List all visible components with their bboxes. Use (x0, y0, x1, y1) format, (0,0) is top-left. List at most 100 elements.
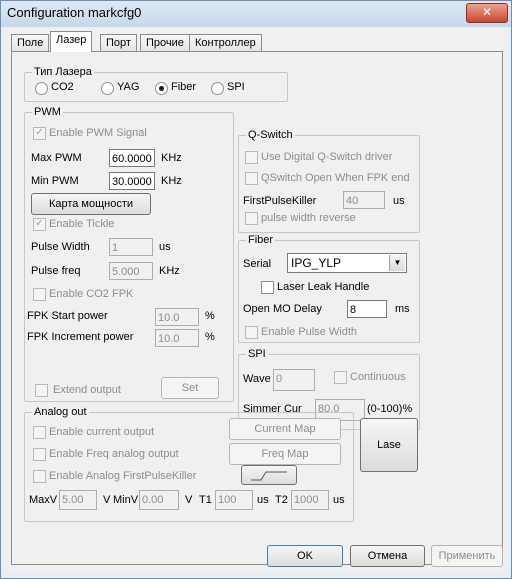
first-pulse-killer-label: FirstPulseKiller (243, 195, 317, 207)
wave-input[interactable]: 0 (273, 369, 315, 391)
use-digital-qswitch-checkbox[interactable] (245, 151, 258, 164)
use-digital-qswitch-label: Use Digital Q-Switch driver (261, 151, 393, 163)
serial-label: Serial (243, 258, 272, 270)
radio-fiber[interactable] (155, 82, 168, 95)
wave-label: Wave (243, 373, 271, 385)
enable-pulse-width-checkbox[interactable] (245, 326, 258, 339)
extend-output-checkbox[interactable] (35, 384, 48, 397)
cancel-button[interactable]: Отмена (350, 545, 425, 567)
minv-input[interactable]: 0.00 (139, 490, 179, 510)
t2-label: T2 (275, 494, 288, 506)
radio-spi-label: SPI (227, 81, 245, 93)
pulse-width-label: Pulse Width (31, 241, 90, 253)
fiber-group: Fiber Serial IPG_YLP ▼ Laser Leak Handle… (238, 234, 420, 343)
close-button[interactable]: ✕ (466, 3, 508, 23)
fiber-label: Fiber (246, 234, 276, 246)
radio-co2-label: CO2 (51, 81, 74, 93)
laser-tab-panel: Тип Лазера CO2 YAG Fiber SPI PWM ✓ Enabl… (11, 51, 503, 565)
set-button[interactable]: Set (161, 377, 219, 399)
max-pwm-input[interactable]: 60.0000 (109, 149, 155, 167)
fpk-increment-unit: % (205, 331, 215, 343)
min-pwm-unit: KHz (161, 175, 182, 187)
enable-co2-fpk-label: Enable CO2 FPK (49, 288, 134, 300)
radio-co2[interactable] (35, 82, 48, 95)
tab-laser[interactable]: Лазер (50, 31, 93, 52)
radio-spi[interactable] (211, 82, 224, 95)
enable-co2-fpk-checkbox[interactable] (33, 288, 46, 301)
window-title: Configuration markcfg0 (7, 5, 142, 20)
fpk-start-label: FPK Start power (27, 310, 108, 322)
t2-unit: us (333, 494, 345, 506)
tab-port[interactable]: Порт (100, 34, 137, 51)
maxv-input[interactable]: 5.00 (59, 490, 97, 510)
enable-tickle-checkbox[interactable]: ✓ (33, 218, 46, 231)
pulse-width-reverse-label: pulse width reverse (261, 212, 356, 224)
pulse-freq-unit: KHz (159, 265, 180, 277)
laser-leak-label: Laser Leak Handle (277, 281, 370, 293)
max-pwm-unit: KHz (161, 152, 182, 164)
pwm-label: PWM (32, 106, 63, 118)
enable-freq-analog-label: Enable Freq analog output (49, 448, 179, 460)
spi-label: SPI (246, 348, 268, 360)
min-pwm-label: Min PWM (31, 175, 79, 187)
tab-misc[interactable]: Прочие (140, 34, 190, 51)
tab-field[interactable]: Поле (11, 34, 50, 51)
t1-input[interactable]: 100 (215, 490, 253, 510)
current-map-button[interactable]: Current Map (229, 418, 341, 440)
pulse-width-input[interactable]: 1 (109, 238, 153, 256)
lase-button[interactable]: Lase (360, 418, 418, 472)
laser-leak-checkbox[interactable] (261, 281, 274, 294)
open-mo-delay-unit: ms (395, 303, 410, 315)
open-mo-delay-label: Open MO Delay (243, 303, 322, 315)
power-map-button[interactable]: Карта мощности (31, 193, 151, 215)
t1-label: T1 (199, 494, 212, 506)
apply-button[interactable]: Применить (431, 545, 503, 567)
pulse-waveform-button[interactable] (241, 465, 297, 485)
tab-controller[interactable]: Контроллер (189, 34, 262, 51)
fpk-start-input[interactable]: 10.0 (155, 308, 199, 326)
minv-unit: V (185, 494, 193, 506)
pwm-group: PWM ✓ Enable PWM Signal Max PWM 60.0000 … (24, 106, 234, 402)
min-pwm-input[interactable]: 30.0000 (109, 172, 155, 190)
pulse-freq-label: Pulse freq (31, 265, 81, 277)
title-bar[interactable]: Configuration markcfg0 ✕ (1, 1, 511, 27)
ok-button[interactable]: OK (267, 545, 343, 567)
enable-current-output-checkbox[interactable] (33, 426, 46, 439)
enable-tickle-label: Enable Tickle (49, 218, 115, 230)
first-pulse-killer-unit: us (393, 195, 405, 207)
t2-input[interactable]: 1000 (291, 490, 329, 510)
analog-out-group: Analog out Enable current output Current… (24, 406, 354, 522)
enable-pwm-checkbox[interactable]: ✓ (33, 127, 46, 140)
pulse-width-reverse-checkbox[interactable] (245, 212, 258, 225)
fpk-increment-input[interactable]: 10.0 (155, 329, 199, 347)
freq-map-button[interactable]: Freq Map (229, 443, 341, 465)
extend-output-label: Extend output (53, 384, 121, 396)
qswitch-label: Q-Switch (246, 129, 295, 141)
pulse-freq-input[interactable]: 5.000 (109, 262, 153, 280)
maxv-label: MaxV (29, 494, 58, 506)
dialog-client: Поле Лазер Порт Прочие Контроллер Тип Ла… (7, 28, 505, 572)
pulse-waveform-icon (251, 471, 287, 481)
serial-select[interactable]: IPG_YLP ▼ (287, 253, 407, 273)
maxv-unit: V (103, 494, 111, 506)
serial-value: IPG_YLP (291, 256, 342, 270)
fpk-start-unit: % (205, 310, 215, 322)
enable-analog-fpk-checkbox[interactable] (33, 470, 46, 483)
first-pulse-killer-input[interactable]: 40 (343, 191, 385, 209)
radio-yag-label: YAG (117, 81, 140, 93)
enable-pulse-width-label: Enable Pulse Width (261, 326, 357, 338)
chevron-down-icon[interactable]: ▼ (389, 255, 405, 271)
open-mo-delay-input[interactable]: 8 (347, 300, 387, 318)
enable-pwm-label: Enable PWM Signal (49, 127, 147, 139)
fpk-increment-label: FPK Increment power (27, 331, 134, 343)
pulse-width-unit: us (159, 241, 171, 253)
qswitch-group: Q-Switch Use Digital Q-Switch driver QSw… (238, 129, 420, 233)
radio-yag[interactable] (101, 82, 114, 95)
analog-out-label: Analog out (32, 406, 89, 418)
minv-label: MinV (113, 494, 139, 506)
laser-type-label: Тип Лазера (32, 66, 94, 78)
max-pwm-label: Max PWM (31, 152, 82, 164)
qswitch-open-fpk-checkbox[interactable] (245, 172, 258, 185)
enable-freq-analog-checkbox[interactable] (33, 448, 46, 461)
continuous-checkbox[interactable] (334, 371, 347, 384)
